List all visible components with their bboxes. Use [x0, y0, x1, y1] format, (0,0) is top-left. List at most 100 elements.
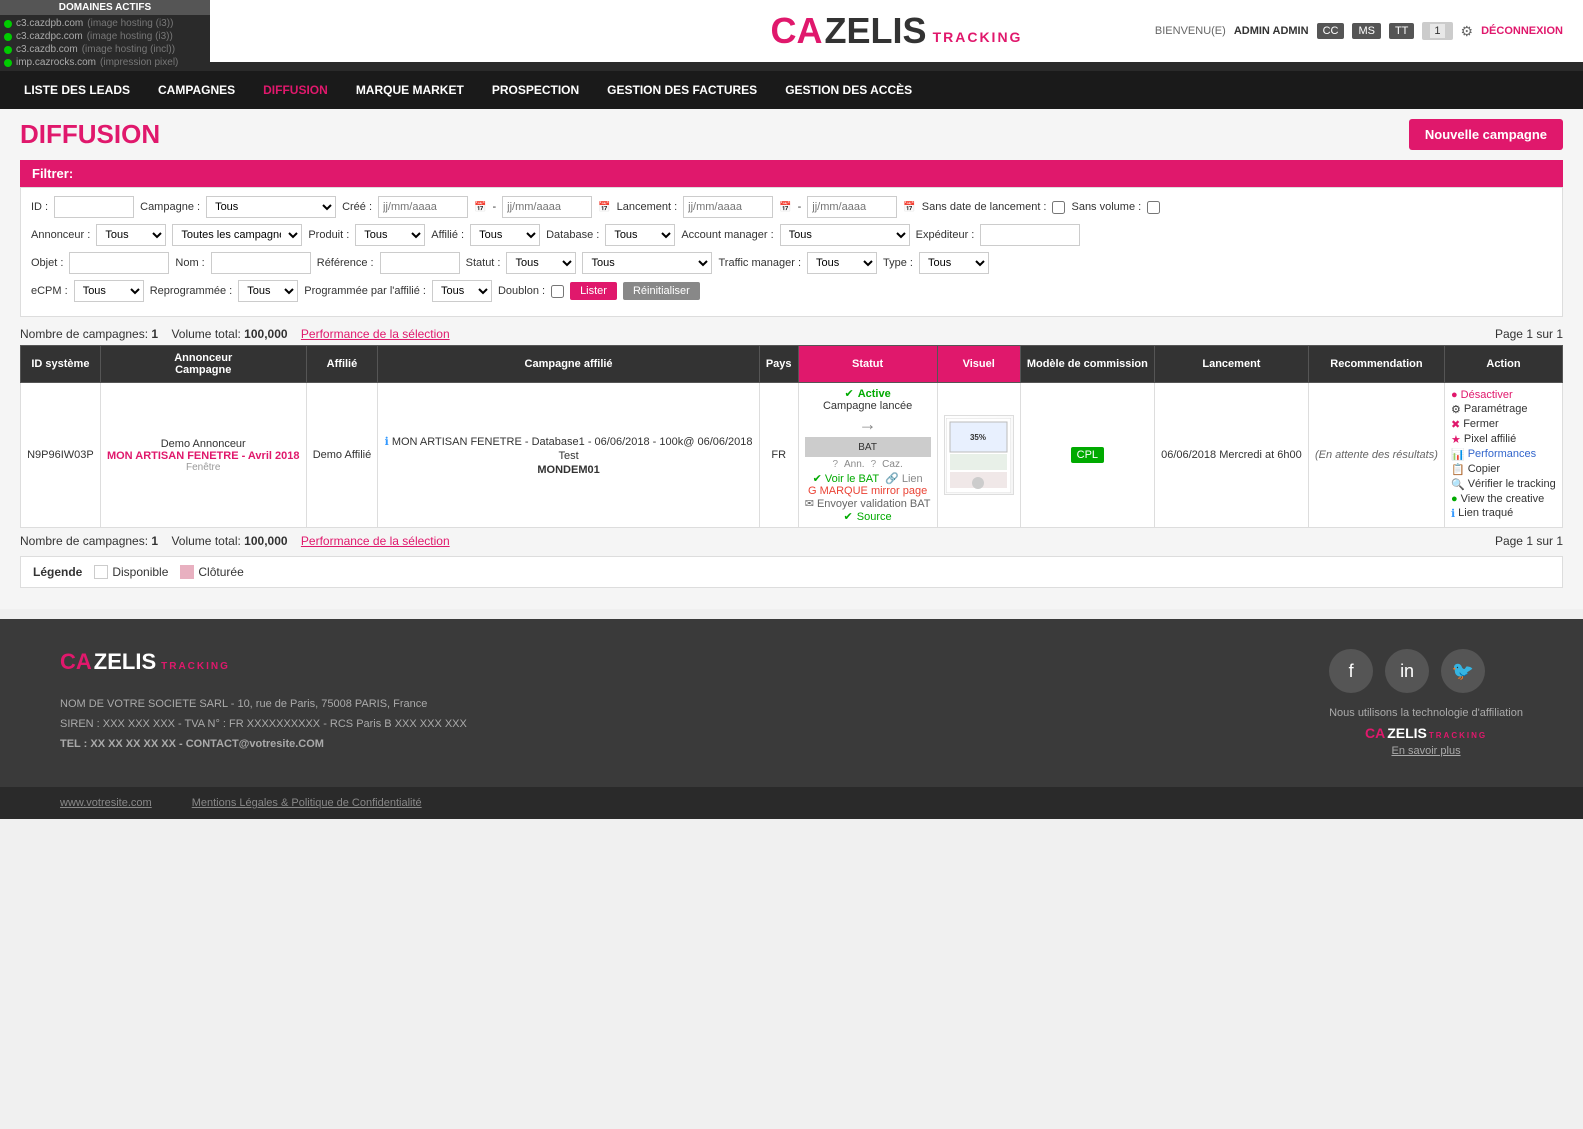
nav-prospection[interactable]: PROSPECTION — [478, 71, 593, 109]
welcome-text: BIENVENU(E) — [1155, 25, 1226, 37]
num-button[interactable]: 1 — [1422, 22, 1452, 40]
sans-date-checkbox[interactable] — [1052, 201, 1065, 214]
domain-item: c3.cazdb.com(image hosting (incl)) — [4, 43, 206, 56]
arrow-right-icon: → — [859, 414, 877, 435]
legend-label: Légende — [33, 565, 82, 579]
reinit-button[interactable]: Réinitialiser — [623, 282, 700, 300]
mentions-link[interactable]: Mentions Légales & Politique de Confiden… — [192, 797, 422, 809]
filter-panel: ID : Campagne : Tous Créé : 📅 - 📅 Lancem… — [20, 187, 1563, 317]
nav-gestion-factures[interactable]: GESTION DES FACTURES — [593, 71, 771, 109]
affilie-select[interactable]: Tous — [470, 224, 540, 246]
info-icon[interactable]: ℹ — [385, 436, 389, 448]
campaign-table: ID système AnnonceurCampagne Affilié Cam… — [20, 345, 1563, 528]
voir-bat-link[interactable]: ✔ Voir le BAT — [813, 472, 880, 485]
twitter-icon[interactable]: 🐦 — [1441, 649, 1485, 693]
cell-visuel: 35% — [937, 383, 1020, 528]
site-link[interactable]: www.votresite.com — [60, 797, 152, 809]
objet-input[interactable] — [69, 252, 169, 274]
domain-dot — [4, 46, 12, 54]
reference-input[interactable] — [380, 252, 460, 274]
new-campaign-button[interactable]: Nouvelle campagne — [1409, 119, 1563, 150]
ann-caz-row: ? Ann. ? Caz. — [805, 459, 931, 470]
action-parametrage[interactable]: ⚙ Paramétrage — [1451, 403, 1556, 416]
action-copier[interactable]: 📋 Copier — [1451, 463, 1556, 476]
perf-link[interactable]: Performance de la sélection — [301, 327, 450, 341]
action-lien-traque[interactable]: ℹ Lien traqué — [1451, 507, 1556, 520]
tt-button[interactable]: TT — [1389, 23, 1414, 39]
all-campaigns-select[interactable]: Toutes les campagnes — [172, 224, 302, 246]
legend-bar: Légende Disponible Clôturée — [20, 556, 1563, 588]
footer-tech-logo: CA ZELIS TRACKING — [1329, 725, 1523, 741]
action-fermer[interactable]: ✖ Fermer — [1451, 418, 1556, 431]
lien-link[interactable]: 🔗 Lien — [885, 472, 923, 485]
bat-bar: BAT — [805, 437, 931, 457]
campaign-select[interactable]: Tous — [206, 196, 336, 218]
action-view-creative[interactable]: ● View the creative — [1451, 493, 1556, 505]
col-statut: Statut — [798, 346, 937, 383]
marque-mirror-link[interactable]: G MARQUE mirror page — [808, 485, 927, 497]
cell-affilie: Demo Affilié — [306, 383, 378, 528]
nav-gestion-acces[interactable]: GESTION DES ACCÈS — [771, 71, 926, 109]
table-count-info: Nombre de campagnes: 1 Volume total: 100… — [20, 327, 450, 341]
reprogrammee-select[interactable]: Tous — [238, 280, 298, 302]
nav-campagnes[interactable]: CAMPAGNES — [144, 71, 249, 109]
username: ADMIN ADMIN — [1234, 25, 1309, 37]
nav-liste-leads[interactable]: LISTE DES LEADS — [10, 71, 144, 109]
expediteur-input[interactable] — [980, 224, 1080, 246]
domain-bar-title: DOMAINES ACTIFS — [0, 0, 210, 15]
database-select[interactable]: Tous — [605, 224, 675, 246]
programmee-select[interactable]: Tous — [432, 280, 492, 302]
source-link[interactable]: Source — [857, 511, 892, 523]
statut2-select[interactable]: Tous — [582, 252, 712, 274]
perf-link-bottom[interactable]: Performance de la sélection — [301, 534, 450, 548]
produit-select[interactable]: Tous — [355, 224, 425, 246]
sans-volume-checkbox[interactable] — [1147, 201, 1160, 214]
created-from-input[interactable] — [378, 196, 468, 218]
nom-input[interactable] — [211, 252, 311, 274]
logo-zelis: ZELIS — [825, 10, 927, 52]
statut-select[interactable]: Tous — [506, 252, 576, 274]
id-label: ID : — [31, 201, 48, 213]
settings-icon[interactable]: ⚙ — [1461, 23, 1474, 40]
type-select[interactable]: Tous — [919, 252, 989, 274]
logout-button[interactable]: DÉCONNEXION — [1481, 25, 1563, 37]
created-to-input[interactable] — [502, 196, 592, 218]
nom-label: Nom : — [175, 257, 204, 269]
ecpm-select[interactable]: Tous — [74, 280, 144, 302]
action-verifier-tracking[interactable]: 🔍 Vérifier le tracking — [1451, 478, 1556, 491]
created-label: Créé : — [342, 201, 372, 213]
footer-tech-text: Nous utilisons la technologie d'affiliat… — [1329, 707, 1523, 719]
footer-bottom: www.votresite.com Mentions Légales & Pol… — [0, 787, 1583, 819]
action-desactiver[interactable]: ● Désactiver — [1451, 389, 1556, 401]
main-nav: LISTE DES LEADS CAMPAGNES DIFFUSION MARQ… — [0, 71, 1583, 109]
affilie-label: Affilié : — [431, 229, 464, 241]
facebook-icon[interactable]: f — [1329, 649, 1373, 693]
traffic-select[interactable]: Tous — [807, 252, 877, 274]
traffic-label: Traffic manager : — [718, 257, 801, 269]
id-input[interactable] — [54, 196, 134, 218]
lister-button[interactable]: Lister — [570, 282, 617, 300]
action-pixel-affilie[interactable]: ★ Pixel affilié — [1451, 433, 1556, 446]
legend-cloturee: Clôturée — [180, 565, 243, 579]
page-title: DIFFUSION — [20, 119, 160, 150]
envoyer-val-link[interactable]: ✉ Envoyer validation BAT — [805, 497, 931, 510]
doublon-checkbox[interactable] — [551, 285, 564, 298]
cc-button[interactable]: CC — [1317, 23, 1345, 39]
savoir-plus-link[interactable]: En savoir plus — [1329, 745, 1523, 757]
launch-to-input[interactable] — [807, 196, 897, 218]
action-performances[interactable]: 📊 Performances — [1451, 448, 1556, 461]
cell-recommendation: (En attente des résultats) — [1308, 383, 1444, 528]
campaign-name-link[interactable]: MON ARTISAN FENETRE - Avril 2018 — [107, 450, 300, 462]
logo-ca: CA — [771, 10, 823, 52]
ms-button[interactable]: MS — [1352, 23, 1381, 39]
nav-marque-market[interactable]: MARQUE MARKET — [342, 71, 478, 109]
sans-date-label: Sans date de lancement : — [922, 201, 1047, 213]
campaign-label: Campagne : — [140, 201, 200, 213]
launch-from-input[interactable] — [683, 196, 773, 218]
linkedin-icon[interactable]: in — [1385, 649, 1429, 693]
visuel-image: 35% — [944, 415, 1014, 495]
account-select[interactable]: Tous — [780, 224, 910, 246]
cell-annonceur: Demo Annonceur MON ARTISAN FENETRE - Avr… — [100, 383, 306, 528]
annonceur-select[interactable]: Tous — [96, 224, 166, 246]
nav-diffusion[interactable]: DIFFUSION — [249, 71, 342, 109]
